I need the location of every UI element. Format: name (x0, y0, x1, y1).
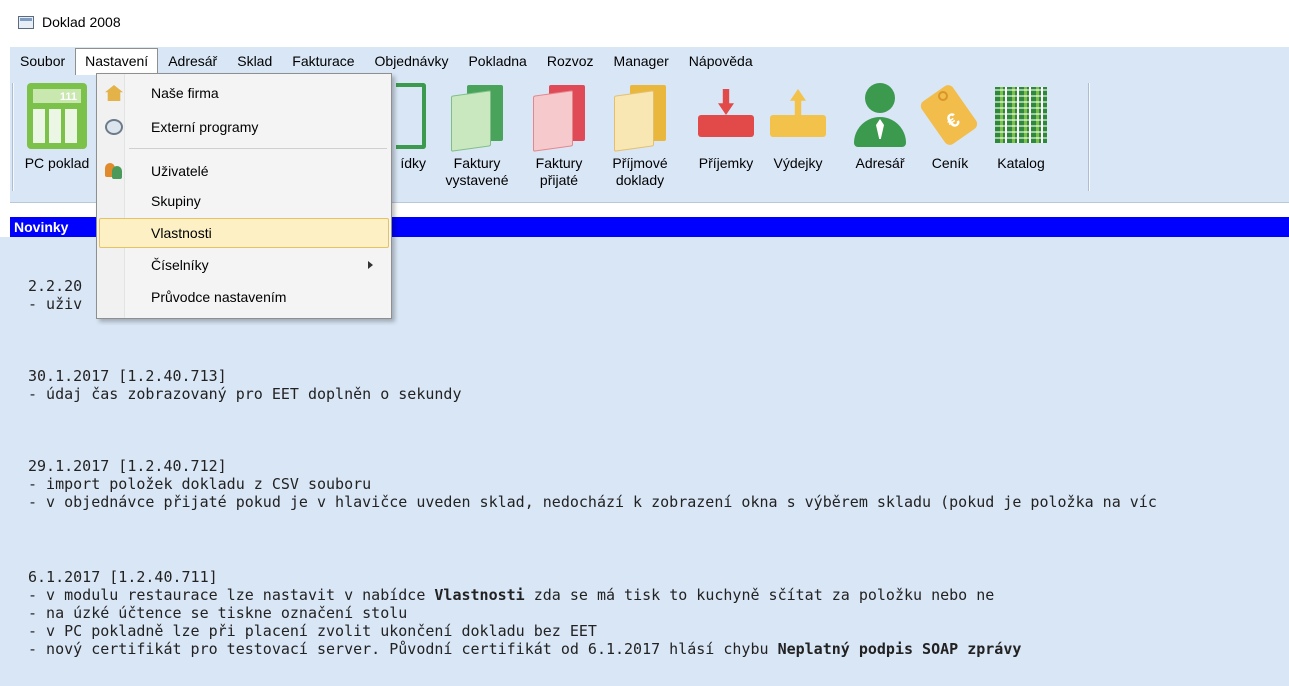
nastaveni-dropdown-menu: Naše firma Externí programy Uživatelé Sk… (96, 73, 392, 319)
adresar-label: Adresář (855, 155, 905, 171)
prijmove-doklady-label-1: Příjmové (612, 155, 668, 171)
news-date: 30.1.2017 [1.2.40.713] (28, 367, 227, 385)
pc-pokladna-label: PC poklad (24, 155, 90, 171)
menu-objednavky[interactable]: Objednávky (365, 48, 459, 74)
menu-fakturace[interactable]: Fakturace (282, 48, 364, 74)
app-icon (18, 15, 34, 29)
menu-item-vlastnosti[interactable]: Vlastnosti (99, 218, 389, 248)
yellow-folder-icon (610, 83, 670, 152)
katalog-label: Katalog (997, 155, 1045, 171)
printer-icon (105, 119, 123, 135)
news-line: - údaj čas zobrazovaný pro EET doplněn o… (28, 385, 462, 403)
menu-item-uzivatele[interactable]: Uživatelé (99, 156, 389, 186)
menu-adresar[interactable]: Adresář (158, 48, 227, 74)
news-text: - v modulu restaurace lze nastavit v nab… (28, 586, 435, 604)
calculator-display: 111 (59, 91, 77, 103)
cenik-label: Ceník (931, 155, 969, 171)
menu-item-label: Průvodce nastavením (151, 289, 287, 305)
price-tag-icon: € (918, 82, 980, 149)
menu-soubor[interactable]: Soubor (10, 48, 75, 74)
news-date: 29.1.2017 [1.2.40.712] (28, 457, 227, 475)
news-text: - nový certifikát pro testovací server. … (28, 640, 778, 658)
menu-nastaveni[interactable]: Nastavení (75, 48, 159, 76)
menu-item-label: Skupiny (151, 193, 201, 209)
menu-item-pruvodce-nastavenim[interactable]: Průvodce nastavením (99, 282, 389, 312)
window-title: Doklad 2008 (42, 14, 121, 30)
news-entry: 2.2.20 - uživ (28, 277, 82, 313)
news-line: - v modulu restaurace lze nastavit v nab… (28, 586, 1021, 604)
news-line: - uživ (28, 295, 83, 313)
qr-code-icon (991, 83, 1051, 149)
news-entry: 29.1.2017 [1.2.40.712] - import položek … (28, 457, 1157, 511)
menu-pokladna[interactable]: Pokladna (458, 48, 536, 74)
inbox-down-icon (696, 83, 756, 149)
prijmove-doklady-label-2: doklady (615, 172, 665, 188)
menu-item-label: Číselníky (151, 257, 209, 273)
faktury-vystavene-label-1: Faktury (453, 155, 501, 171)
menu-sklad[interactable]: Sklad (227, 48, 282, 74)
menu-item-label: Uživatelé (151, 163, 209, 179)
menu-item-externi-programy[interactable]: Externí programy (99, 112, 389, 142)
news-bold-text: Vlastnosti (434, 586, 525, 604)
house-icon (105, 85, 123, 101)
title-bar: Doklad 2008 (0, 0, 1289, 44)
news-line: - v PC pokladně lze při placení zvolit u… (28, 622, 597, 640)
adresar-button[interactable]: Adresář (848, 83, 912, 172)
users-icon (105, 163, 123, 179)
submenu-arrow-icon (368, 261, 373, 269)
faktury-vystavene-label-2: vystavené (445, 172, 509, 188)
menu-napoveda[interactable]: Nápověda (679, 48, 763, 74)
katalog-button[interactable]: Katalog (988, 83, 1054, 172)
pc-pokladna-button[interactable]: 111 PC poklad (22, 83, 92, 172)
outbox-up-icon (768, 83, 828, 149)
news-line: - nový certifikát pro testovací server. … (28, 640, 1021, 658)
toolbar-separator (12, 83, 14, 191)
green-folder-icon (447, 83, 507, 152)
news-line: - import položek dokladu z CSV souboru (28, 475, 372, 493)
menu-item-label: Externí programy (151, 119, 259, 135)
document-icon (396, 83, 426, 149)
news-date: 2.2.20 (28, 277, 83, 295)
faktury-prijate-button[interactable]: Faktury přijaté (526, 83, 592, 189)
toolbar-separator (1088, 83, 1090, 191)
calculator-icon: 111 (27, 83, 87, 149)
menu-item-nase-firma[interactable]: Naše firma (99, 78, 389, 108)
menu-item-skupiny[interactable]: Skupiny (99, 186, 389, 216)
menu-item-label: Vlastnosti (151, 225, 212, 241)
prijmove-doklady-button[interactable]: Příjmové doklady (604, 83, 676, 189)
news-date: 6.1.2017 [1.2.40.711] (28, 568, 218, 586)
news-bold-text: Neplatný podpis SOAP zprávy (777, 640, 1022, 658)
news-line: - na úzké účtence se tiskne označení sto… (28, 604, 408, 622)
vydejky-button[interactable]: Výdejky (762, 83, 834, 172)
menu-separator (129, 148, 387, 149)
faktury-prijate-label-1: Faktury (535, 155, 583, 171)
faktury-vystavene-button[interactable]: Faktury vystavené (438, 83, 516, 189)
menu-bar: Soubor Nastavení Adresář Sklad Fakturace… (10, 47, 1289, 76)
person-icon (850, 83, 910, 149)
cenik-button[interactable]: € Ceník (918, 82, 980, 172)
news-entry: 6.1.2017 [1.2.40.711] - v modulu restaur… (28, 568, 1021, 658)
nabidky-label: ídky (400, 155, 426, 171)
red-folder-icon (529, 83, 589, 152)
news-line: - v objednávce přijaté pokud je v hlavič… (28, 493, 1157, 511)
news-entry: 30.1.2017 [1.2.40.713] - údaj čas zobraz… (28, 367, 461, 403)
faktury-prijate-label-2: přijaté (539, 172, 579, 188)
prijemky-label: Příjemky (698, 155, 754, 171)
menu-item-ciselniky[interactable]: Číselníky (99, 250, 389, 280)
news-text: zda se má tisk to kuchyně sčítat za polo… (524, 586, 995, 604)
menu-manager[interactable]: Manager (604, 48, 679, 74)
menu-rozvoz[interactable]: Rozvoz (537, 48, 604, 74)
prijemky-button[interactable]: Příjemky (690, 83, 762, 172)
menu-item-label: Naše firma (151, 85, 219, 101)
vydejky-label: Výdejky (773, 155, 823, 171)
